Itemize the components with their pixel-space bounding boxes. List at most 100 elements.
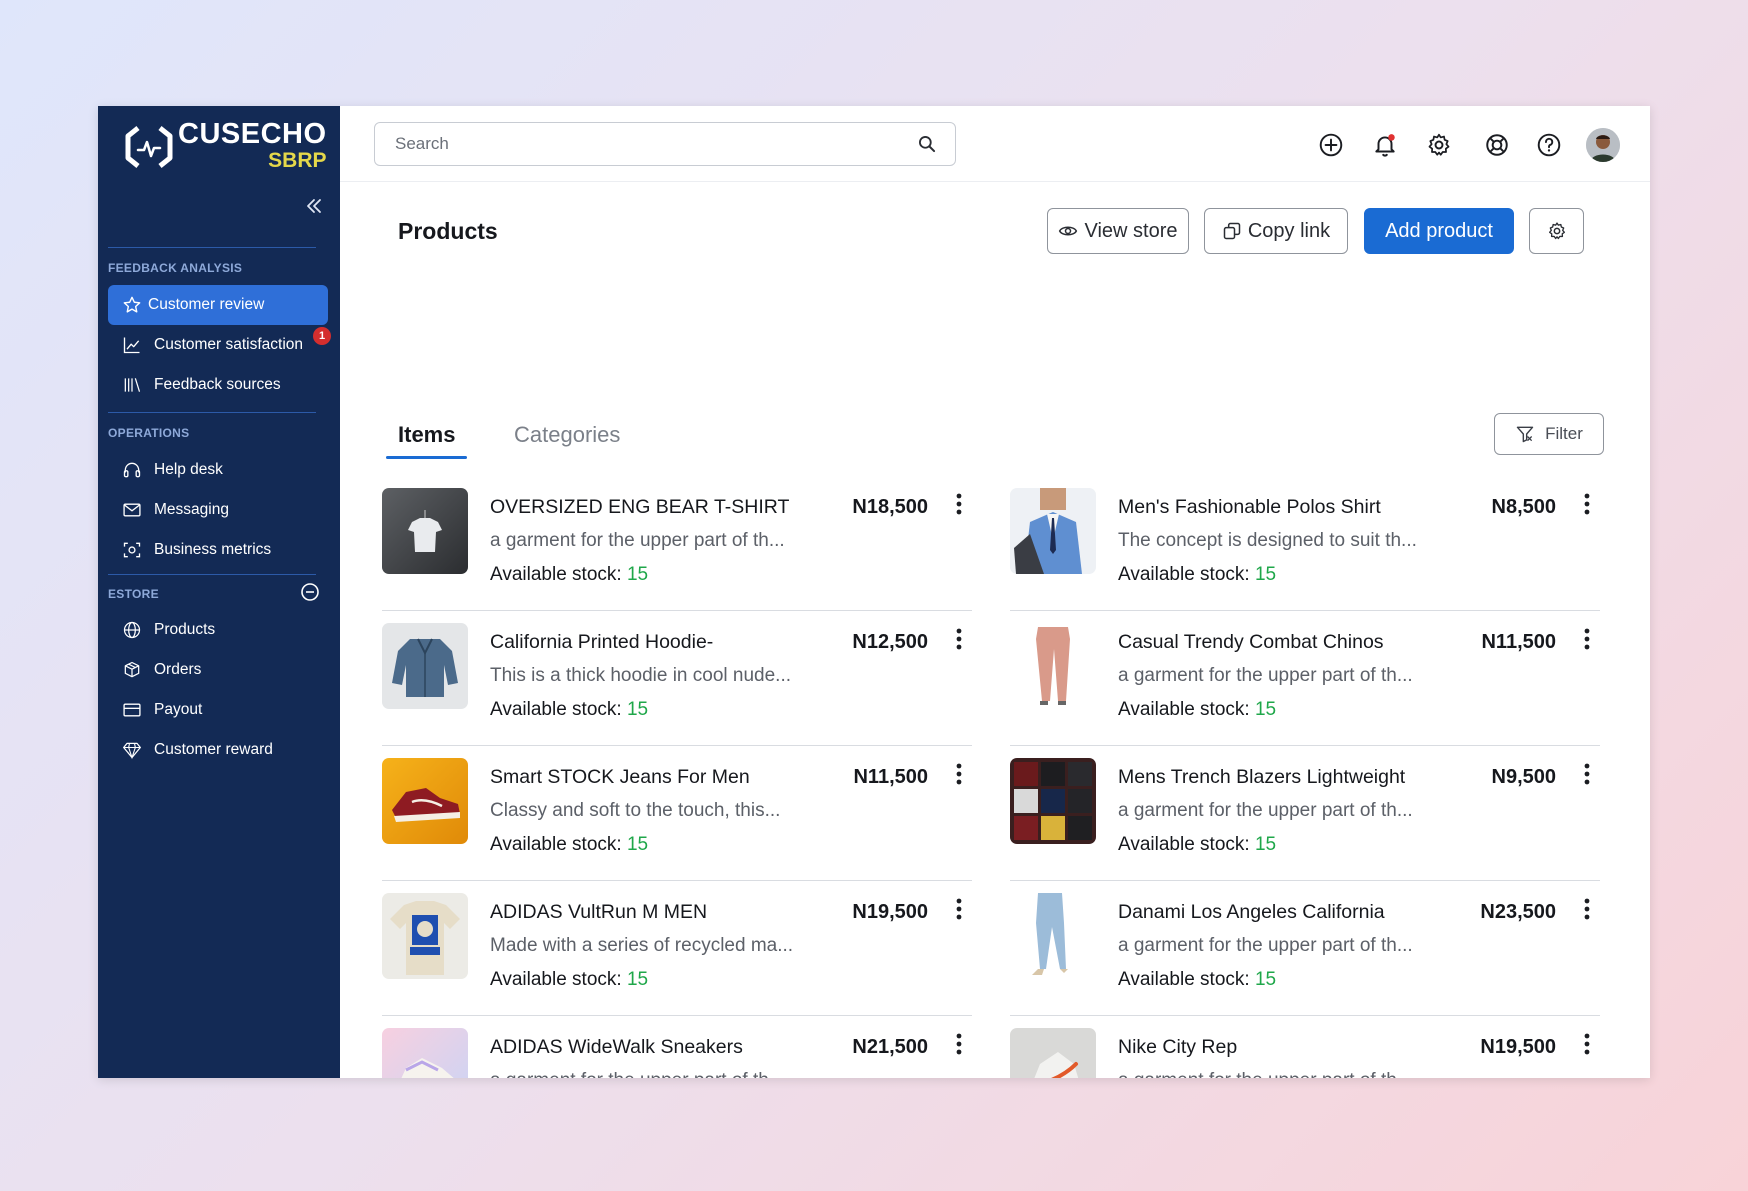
product-thumbnail[interactable] [382, 893, 468, 979]
product-thumbnail[interactable] [1010, 893, 1096, 979]
brand-subtitle: SBRP [268, 149, 327, 172]
more-options-icon[interactable] [952, 1030, 966, 1058]
product-item[interactable]: Danami Los Angeles California a garment f… [1010, 881, 1600, 1016]
sidebar-item-customer-review[interactable]: Customer review [108, 285, 328, 325]
lifebuoy-icon[interactable] [1482, 130, 1512, 160]
tab-categories[interactable]: Categories [514, 422, 620, 448]
more-options-icon[interactable] [952, 490, 966, 518]
product-item[interactable]: Casual Trendy Combat Chinos a garment for… [1010, 611, 1600, 746]
add-circle-icon[interactable] [1316, 130, 1346, 160]
product-description: This is a thick hoodie in cool nude... [490, 665, 792, 686]
more-options-icon[interactable] [952, 895, 966, 923]
product-name[interactable]: ADIDAS VultRun M MEN [490, 901, 707, 924]
view-store-label: View store [1084, 219, 1178, 242]
product-thumbnail[interactable] [1010, 488, 1096, 574]
view-store-button[interactable]: View store [1047, 208, 1189, 254]
product-price: N21,500 [852, 1036, 928, 1058]
sidebar-item-business-metrics[interactable]: Business metrics [108, 530, 328, 570]
gear-icon[interactable] [1424, 130, 1454, 160]
product-name[interactable]: Casual Trendy Combat Chinos [1118, 631, 1384, 654]
product-item[interactable]: Smart STOCK Jeans For Men Classy and soft… [382, 746, 972, 881]
product-thumbnail[interactable] [1010, 758, 1096, 844]
more-options-icon[interactable] [1580, 1030, 1594, 1058]
sidebar-item-label: Products [154, 621, 216, 638]
product-thumbnail[interactable] [382, 1028, 468, 1078]
product-thumbnail[interactable] [382, 623, 468, 709]
sidebar-item-help-desk[interactable]: Help desk [108, 450, 328, 490]
product-item[interactable]: ADIDAS VultRun M MEN Made with a series o… [382, 881, 972, 1016]
product-price: N23,500 [1480, 901, 1556, 923]
sidebar-divider [108, 412, 316, 413]
product-item[interactable]: Nike City Rep a garment for the upper par… [1010, 1016, 1600, 1078]
sidebar-item-customer-satisfaction[interactable]: Customer satisfaction 1 [108, 325, 331, 365]
product-name[interactable]: Men's Fashionable Polos Shirt [1118, 496, 1381, 519]
product-thumbnail[interactable] [1010, 623, 1096, 709]
section-operations: OPERATIONS [108, 426, 190, 440]
logo-icon [125, 126, 173, 168]
sidebar-item-label: Messaging [154, 501, 229, 518]
product-name[interactable]: California Printed Hoodie- [490, 631, 713, 654]
bell-icon[interactable] [1370, 130, 1400, 160]
copy-link-button[interactable]: Copy link [1204, 208, 1348, 254]
product-item[interactable]: California Printed Hoodie- This is a thic… [382, 611, 972, 746]
diamond-icon [122, 740, 142, 760]
product-name[interactable]: ADIDAS WideWalk Sneakers [490, 1036, 743, 1059]
stock-count: 15 [626, 969, 649, 990]
sidebar-item-label: Customer reward [154, 741, 273, 758]
stock-count: 15 [626, 834, 649, 855]
product-thumbnail[interactable] [382, 488, 468, 574]
search-icon[interactable] [917, 134, 937, 154]
sidebar-item-label: Customer review [148, 296, 265, 313]
product-item[interactable]: Men's Fashionable Polos Shirt The concept… [1010, 476, 1600, 611]
store-settings-button[interactable] [1529, 208, 1584, 254]
app-window: CUSECHO SBRP FEEDBACK ANALYSIS Customer … [98, 106, 1650, 1078]
product-description: a garment for the upper part of th... [1118, 665, 1413, 686]
product-thumbnail[interactable] [1010, 1028, 1096, 1078]
notification-badge: 1 [313, 327, 331, 345]
main-content: Products View store Copy link Add produc… [340, 106, 1650, 1078]
product-item[interactable]: OVERSIZED ENG BEAR T-SHIRT a garment for … [382, 476, 972, 611]
help-icon[interactable] [1534, 130, 1564, 160]
search-input[interactable] [395, 134, 917, 154]
sidebar-item-orders[interactable]: Orders [108, 650, 328, 690]
stock-count: 15 [1254, 834, 1277, 855]
envelope-icon [122, 500, 142, 520]
sidebar-item-messaging[interactable]: Messaging [108, 490, 328, 530]
top-bar [340, 106, 1650, 182]
sidebar-item-products[interactable]: Products [108, 610, 328, 650]
more-options-icon[interactable] [1580, 490, 1594, 518]
product-name[interactable]: OVERSIZED ENG BEAR T-SHIRT [490, 496, 789, 519]
copy-link-label: Copy link [1247, 219, 1331, 242]
product-name[interactable]: Mens Trench Blazers Lightweight [1118, 766, 1405, 789]
product-name[interactable]: Danami Los Angeles California [1118, 901, 1385, 924]
product-item[interactable]: ADIDAS WideWalk Sneakers a garment for th… [382, 1016, 972, 1078]
more-options-icon[interactable] [1580, 895, 1594, 923]
product-name[interactable]: Nike City Rep [1118, 1036, 1237, 1059]
more-options-icon[interactable] [1580, 760, 1594, 788]
filter-label: Filter [1545, 424, 1583, 443]
more-options-icon[interactable] [952, 760, 966, 788]
sidebar-item-customer-reward[interactable]: Customer reward [108, 730, 328, 770]
product-thumbnail[interactable] [382, 758, 468, 844]
more-options-icon[interactable] [952, 625, 966, 653]
stock-label: Available stock: [490, 564, 622, 585]
add-product-button[interactable]: Add product [1364, 208, 1514, 254]
scan-icon [122, 540, 142, 560]
collapse-sidebar-button[interactable] [302, 194, 326, 218]
tab-items[interactable]: Items [398, 422, 455, 448]
product-description: Classy and soft to the touch, this... [490, 800, 781, 821]
product-stock: Available stock: 15 [490, 969, 648, 991]
section-estore: ESTORE [108, 587, 159, 601]
user-avatar[interactable] [1586, 128, 1620, 162]
sidebar-item-feedback-sources[interactable]: Feedback sources [108, 365, 328, 405]
product-item[interactable]: Mens Trench Blazers Lightweight a garment… [1010, 746, 1600, 881]
sidebar-item-payout[interactable]: Payout [108, 690, 328, 730]
brand-logo[interactable]: CUSECHO SBRP [124, 120, 327, 171]
sidebar-item-label: Customer satisfaction [154, 336, 304, 353]
filter-button[interactable]: Filter [1494, 413, 1604, 455]
collapse-section-icon[interactable] [300, 582, 320, 602]
product-stock: Available stock: 15 [490, 699, 648, 721]
eye-icon [1058, 221, 1078, 241]
product-name[interactable]: Smart STOCK Jeans For Men [490, 766, 750, 789]
more-options-icon[interactable] [1580, 625, 1594, 653]
